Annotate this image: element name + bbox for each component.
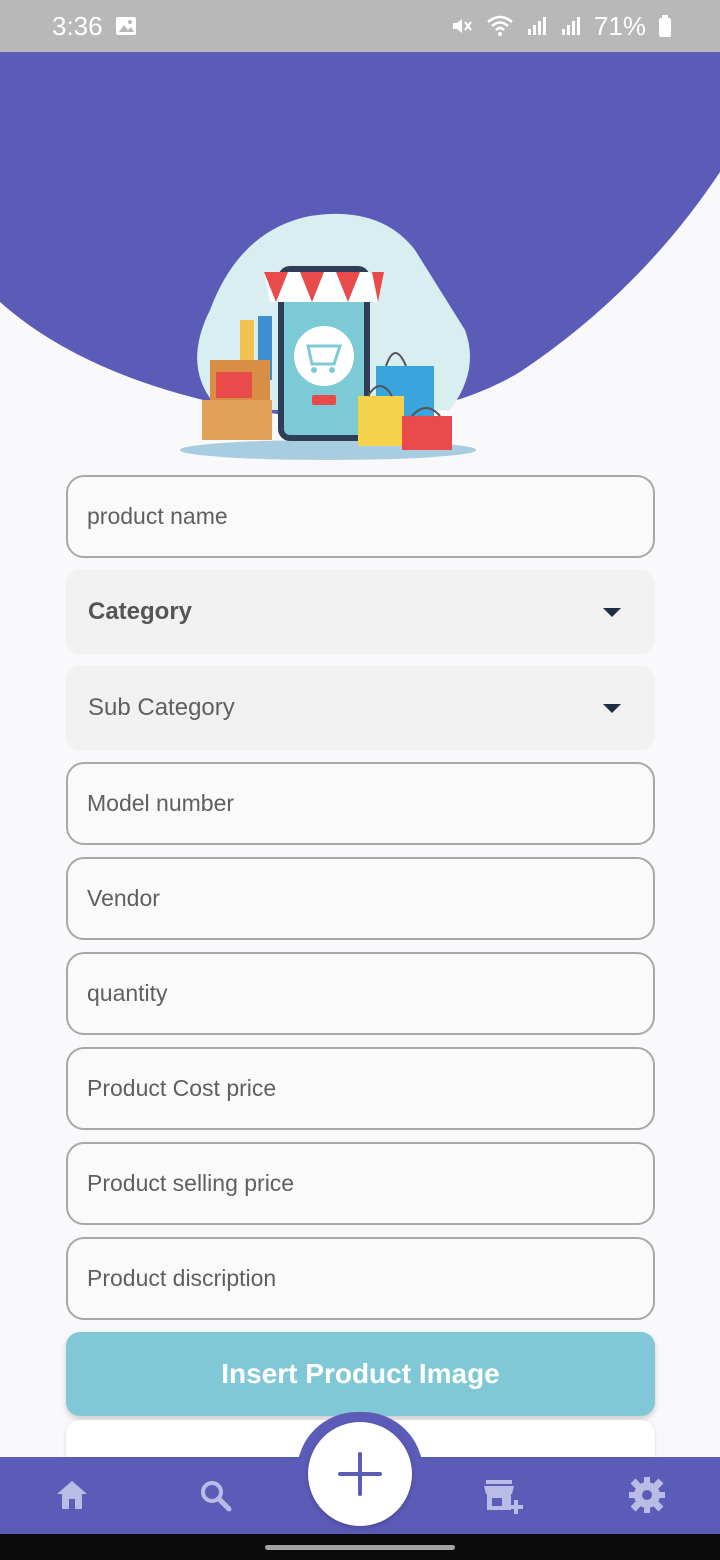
status-time: 3:36 xyxy=(52,10,103,41)
quantity-placeholder: quantity xyxy=(87,980,168,1006)
model-number-input[interactable]: Model number xyxy=(66,762,655,845)
gear-icon[interactable] xyxy=(626,1474,668,1516)
wifi-icon xyxy=(486,14,514,38)
description-input[interactable]: Product discription xyxy=(66,1237,655,1320)
chevron-down-icon xyxy=(603,607,621,617)
description-placeholder: Product discription xyxy=(87,1265,277,1291)
product-name-input[interactable]: product name xyxy=(66,475,655,558)
signal-2-icon xyxy=(560,15,582,37)
insert-image-label: Insert Product Image xyxy=(221,1358,500,1389)
battery-icon xyxy=(658,14,672,38)
battery-percent: 71% xyxy=(593,10,646,41)
home-icon[interactable] xyxy=(51,1474,93,1516)
vendor-input[interactable]: Vendor xyxy=(66,857,655,940)
selling-price-input[interactable]: Product selling price xyxy=(66,1142,655,1225)
status-bar: 3:36 71% xyxy=(0,0,720,52)
selling-price-placeholder: Product selling price xyxy=(87,1170,295,1196)
category-label: Category xyxy=(88,598,193,625)
insert-image-button[interactable]: Insert Product Image xyxy=(66,1332,655,1416)
cost-price-placeholder: Product Cost price xyxy=(87,1075,277,1101)
plus-icon xyxy=(338,1452,382,1496)
image-notification-icon xyxy=(115,15,137,37)
model-number-placeholder: Model number xyxy=(87,790,235,816)
vendor-placeholder: Vendor xyxy=(87,885,160,911)
sub-category-dropdown[interactable]: Sub Category xyxy=(66,666,655,750)
add-product-button[interactable] xyxy=(308,1422,412,1526)
category-dropdown[interactable]: Category xyxy=(66,570,655,654)
product-form: product name Category Sub Category Model… xyxy=(66,475,655,1416)
mute-icon xyxy=(450,14,474,38)
product-name-placeholder: product name xyxy=(87,503,228,529)
add-store-icon[interactable] xyxy=(482,1474,524,1516)
quantity-input[interactable]: quantity xyxy=(66,952,655,1035)
cost-price-input[interactable]: Product Cost price xyxy=(66,1047,655,1130)
signal-icon xyxy=(526,15,548,37)
search-icon[interactable] xyxy=(194,1474,236,1516)
home-handle[interactable] xyxy=(265,1545,455,1550)
sub-category-label: Sub Category xyxy=(88,694,235,721)
chevron-down-icon xyxy=(603,703,621,713)
shopping-illustration xyxy=(180,213,476,460)
